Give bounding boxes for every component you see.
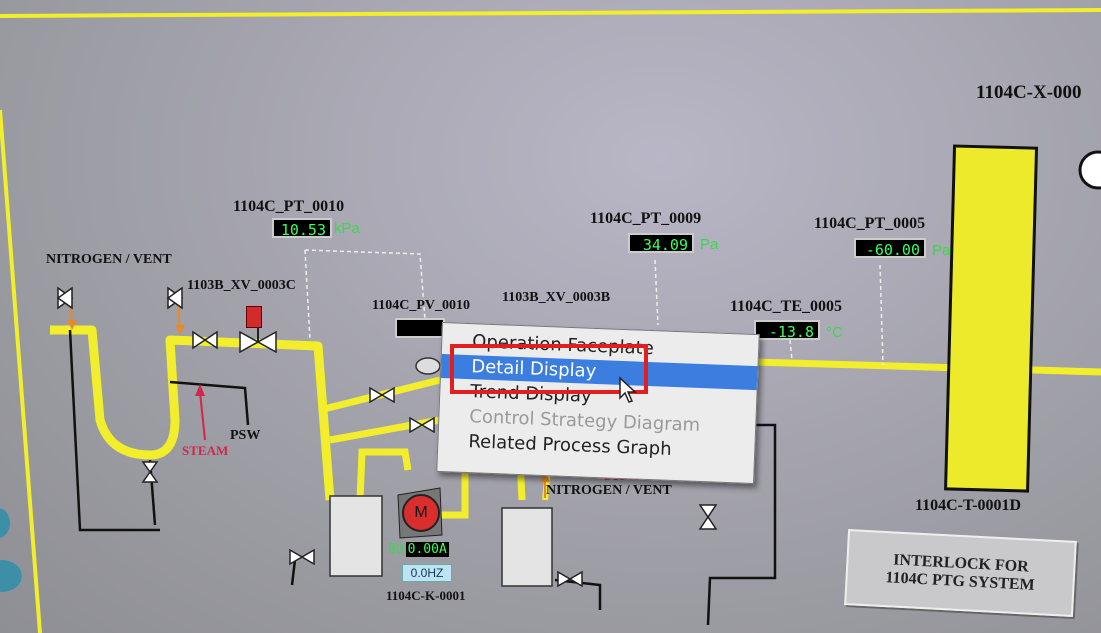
frame-border-left [0,109,42,633]
te0005-tag[interactable]: 1104C_TE_0005 [730,298,842,316]
pt0005-tag[interactable]: 1104C_PT_0005 [814,215,925,233]
pt0010-unit: kPa [334,220,360,237]
line-black-psw [169,380,250,426]
pt0010-value[interactable]: 10.53 [272,218,332,239]
pipe-left-u [50,325,335,501]
compressor-tag: 1104C-K-0001 [386,588,466,603]
te0005-value[interactable]: -13.8 [754,320,820,341]
pt0009-value[interactable]: 34.09 [628,233,694,254]
vessel-right [501,507,553,587]
vessel-left [329,495,383,577]
pipe-to-compressor [356,448,412,501]
steam-left-label: STEAM [182,443,229,458]
pt0005-value[interactable]: -60.00 [854,238,926,259]
pt0005-unit: Pa [932,242,951,259]
tank-tag: 1104C-T-0001D [915,497,1022,514]
xv0003c-tag[interactable]: 1103B_XV_0003C [187,278,296,294]
equipment-title: 1104C-X-000 [976,82,1082,103]
signal-line-2 [304,249,311,341]
line-black-left [68,329,160,532]
valve-left-v [141,461,159,474]
motor-frequency: 0.0HZ [402,564,452,582]
right-indicator [1078,150,1101,190]
motor-current-prefix: BQ [388,542,404,557]
motor-current: BQ 0.00A [386,542,449,557]
pt0009-tag[interactable]: 1104C_PT_0009 [590,210,701,228]
valve-top-main [369,386,384,404]
tank-outline [944,144,1039,493]
xv0003c-indicator[interactable] [246,306,262,328]
signal-line-5 [789,339,793,361]
signal-line-3 [654,259,659,326]
signal-line-4 [879,264,884,366]
pipe-mid-main [329,416,441,444]
valve-xv0003c-b [239,330,260,354]
valve-vent-2 [557,570,572,588]
pipe-right-main [754,358,1101,376]
xv0003b-tag[interactable]: 1103B_XV_0003B [502,290,610,306]
control-valve-actuator [415,357,441,375]
motor-icon[interactable]: M [402,494,440,532]
frame-border [0,8,1101,18]
pv0010-value[interactable] [395,318,445,338]
arrow-steam [199,391,206,441]
pt0009-unit: Pa [700,236,719,253]
pt0010-tag[interactable]: 1104C_PT_0010 [233,198,344,216]
motor-current-value: 0.00A [405,542,449,557]
valve-right-v [698,504,718,519]
nitrogen-vent-left-label: NITROGEN / VENT [46,252,172,267]
mouse-cursor-icon [619,376,637,403]
pv0010-tag[interactable]: 1104C_PV_0010 [372,298,470,314]
psw-label: PSW [230,428,261,443]
interlock-button[interactable]: INTERLOCK FOR 1104C PTG SYSTEM [844,529,1077,617]
te0005-unit: °C [826,324,843,341]
nitrogen-vent-mid-label: NITROGEN / VENT [546,483,672,498]
line-black-vent1 [290,559,297,586]
